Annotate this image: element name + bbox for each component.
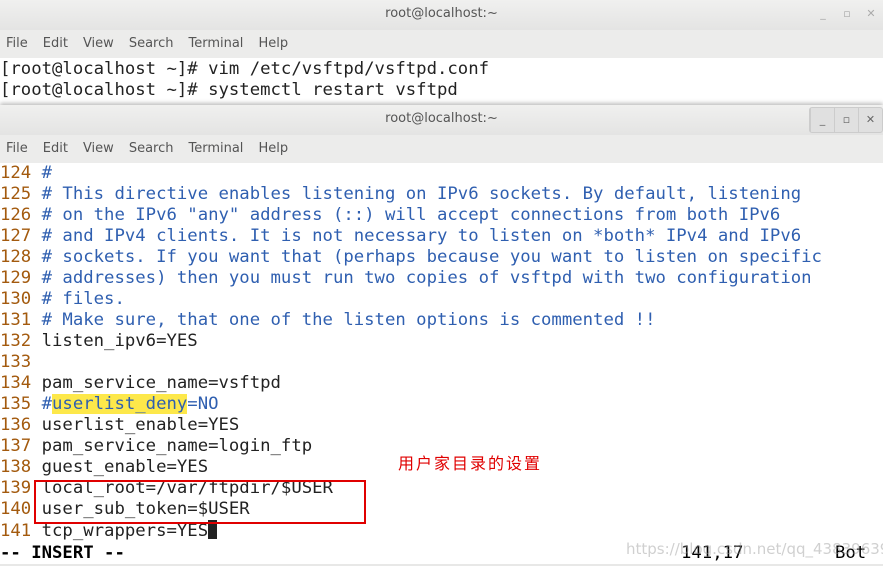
code-line: 132 listen_ipv6=YES bbox=[0, 331, 883, 352]
menu-edit[interactable]: Edit bbox=[43, 141, 68, 156]
line-number: 128 bbox=[0, 247, 32, 267]
search-highlight: userlist_deny bbox=[52, 394, 188, 414]
code-line: 131 # Make sure, that one of the listen … bbox=[0, 310, 883, 331]
line-text: # files. bbox=[41, 289, 125, 309]
watermark: https://blog.csdn.net/qq_43839639 bbox=[626, 540, 883, 558]
line-text: pam_service_name=login_ftp bbox=[41, 436, 313, 456]
menu-terminal[interactable]: Terminal bbox=[188, 36, 243, 51]
close-icon[interactable]: ✕ bbox=[859, 0, 883, 30]
line-number: 125 bbox=[0, 184, 32, 204]
line-number: 124 bbox=[0, 163, 32, 183]
front-terminal-window: root@localhost:~ _ ▫ ✕ File Edit View Search T… bbox=[0, 105, 883, 543]
line-text: guest_enable=YES bbox=[41, 457, 209, 477]
line-text: # and IPv4 clients. It is not necessary … bbox=[41, 226, 802, 246]
line-number: 132 bbox=[0, 331, 32, 351]
line-text: # addresses) then you must run two copie… bbox=[41, 268, 812, 288]
title-bar: root@localhost:~ _ ▫ ✕ bbox=[0, 105, 883, 135]
menu-view[interactable]: View bbox=[83, 141, 114, 156]
line-number: 139 bbox=[0, 478, 32, 498]
terminal-line: [root@localhost ~]# vim /etc/vsftpd/vsft… bbox=[0, 59, 489, 79]
window-title: root@localhost:~ bbox=[385, 6, 498, 21]
code-line: 125 # This directive enables listening o… bbox=[0, 184, 883, 205]
close-icon[interactable]: ✕ bbox=[858, 108, 882, 132]
menu-search[interactable]: Search bbox=[129, 141, 174, 156]
code-line: 127 # and IPv4 clients. It is not necess… bbox=[0, 226, 883, 247]
menu-bar: File Edit View Search Terminal Help bbox=[0, 30, 883, 58]
title-bar: root@localhost:~ _ ▫ ✕ bbox=[0, 0, 883, 30]
maximize-icon[interactable]: ▫ bbox=[835, 0, 859, 30]
line-text: pam_service_name=vsftpd bbox=[41, 373, 281, 393]
maximize-icon[interactable]: ▫ bbox=[834, 108, 858, 132]
line-text: # Make sure, that one of the listen opti… bbox=[41, 310, 656, 330]
menu-terminal[interactable]: Terminal bbox=[188, 141, 243, 156]
line-number: 134 bbox=[0, 373, 32, 393]
line-number: 135 bbox=[0, 394, 32, 414]
menu-edit[interactable]: Edit bbox=[43, 36, 68, 51]
line-number: 140 bbox=[0, 499, 32, 519]
code-line: 130 # files. bbox=[0, 289, 883, 310]
back-terminal-window: root@localhost:~ _ ▫ ✕ File Edit View Search T… bbox=[0, 0, 883, 105]
line-number: 126 bbox=[0, 205, 32, 225]
line-text: tcp_wrappers=YES bbox=[41, 521, 209, 541]
code-line: 128 # sockets. If you want that (perhaps… bbox=[0, 247, 883, 268]
code-line: 136 userlist_enable=YES bbox=[0, 415, 883, 436]
line-number: 130 bbox=[0, 289, 32, 309]
minimize-icon[interactable]: _ bbox=[811, 0, 835, 30]
menu-file[interactable]: File bbox=[6, 141, 28, 156]
line-text: # sockets. If you want that (perhaps bec… bbox=[41, 247, 822, 267]
code-line: 135 #userlist_deny=NO#userlist_deny=NO bbox=[0, 394, 883, 415]
line-number: 133 bbox=[0, 352, 32, 372]
line-text: # This directive enables listening on IP… bbox=[41, 184, 802, 204]
annotation-text: 用户家目录的设置 bbox=[398, 454, 543, 473]
menu-help[interactable]: Help bbox=[258, 36, 288, 51]
line-number: 138 bbox=[0, 457, 32, 477]
menu-bar: File Edit View Search Terminal Help bbox=[0, 135, 883, 163]
mode-indicator: -- INSERT -- bbox=[0, 543, 125, 563]
menu-help[interactable]: Help bbox=[258, 141, 288, 156]
line-number: 131 bbox=[0, 310, 32, 330]
comment-hash: # bbox=[41, 394, 53, 414]
terminal-output[interactable]: [root@localhost ~]# vim /etc/vsftpd/vsft… bbox=[0, 58, 883, 105]
line-text: # on the IPv6 "any" address (::) will ac… bbox=[41, 205, 781, 225]
code-line: 133 bbox=[0, 352, 883, 373]
terminal-line: [root@localhost ~]# systemctl restart vs… bbox=[0, 80, 458, 100]
comment-rest: =NO bbox=[187, 394, 219, 414]
menu-file[interactable]: File bbox=[6, 36, 28, 51]
code-line: 126 # on the IPv6 "any" address (::) wil… bbox=[0, 205, 883, 226]
code-line: 129 # addresses) then you must run two c… bbox=[0, 268, 883, 289]
code-line: 124 # bbox=[0, 163, 883, 184]
line-number: 129 bbox=[0, 268, 32, 288]
highlight-box bbox=[34, 480, 366, 524]
window-title: root@localhost:~ bbox=[385, 111, 498, 126]
minimize-icon[interactable]: _ bbox=[810, 108, 834, 132]
line-number: 141 bbox=[0, 521, 32, 541]
menu-view[interactable]: View bbox=[83, 36, 114, 51]
line-text: # bbox=[41, 163, 53, 183]
line-number: 137 bbox=[0, 436, 32, 456]
line-text: listen_ipv6=YES bbox=[41, 331, 198, 351]
line-number: 127 bbox=[0, 226, 32, 246]
menu-search[interactable]: Search bbox=[129, 36, 174, 51]
line-number: 136 bbox=[0, 415, 32, 435]
code-line: 134 pam_service_name=vsftpd bbox=[0, 373, 883, 394]
line-text: userlist_enable=YES bbox=[41, 415, 240, 435]
